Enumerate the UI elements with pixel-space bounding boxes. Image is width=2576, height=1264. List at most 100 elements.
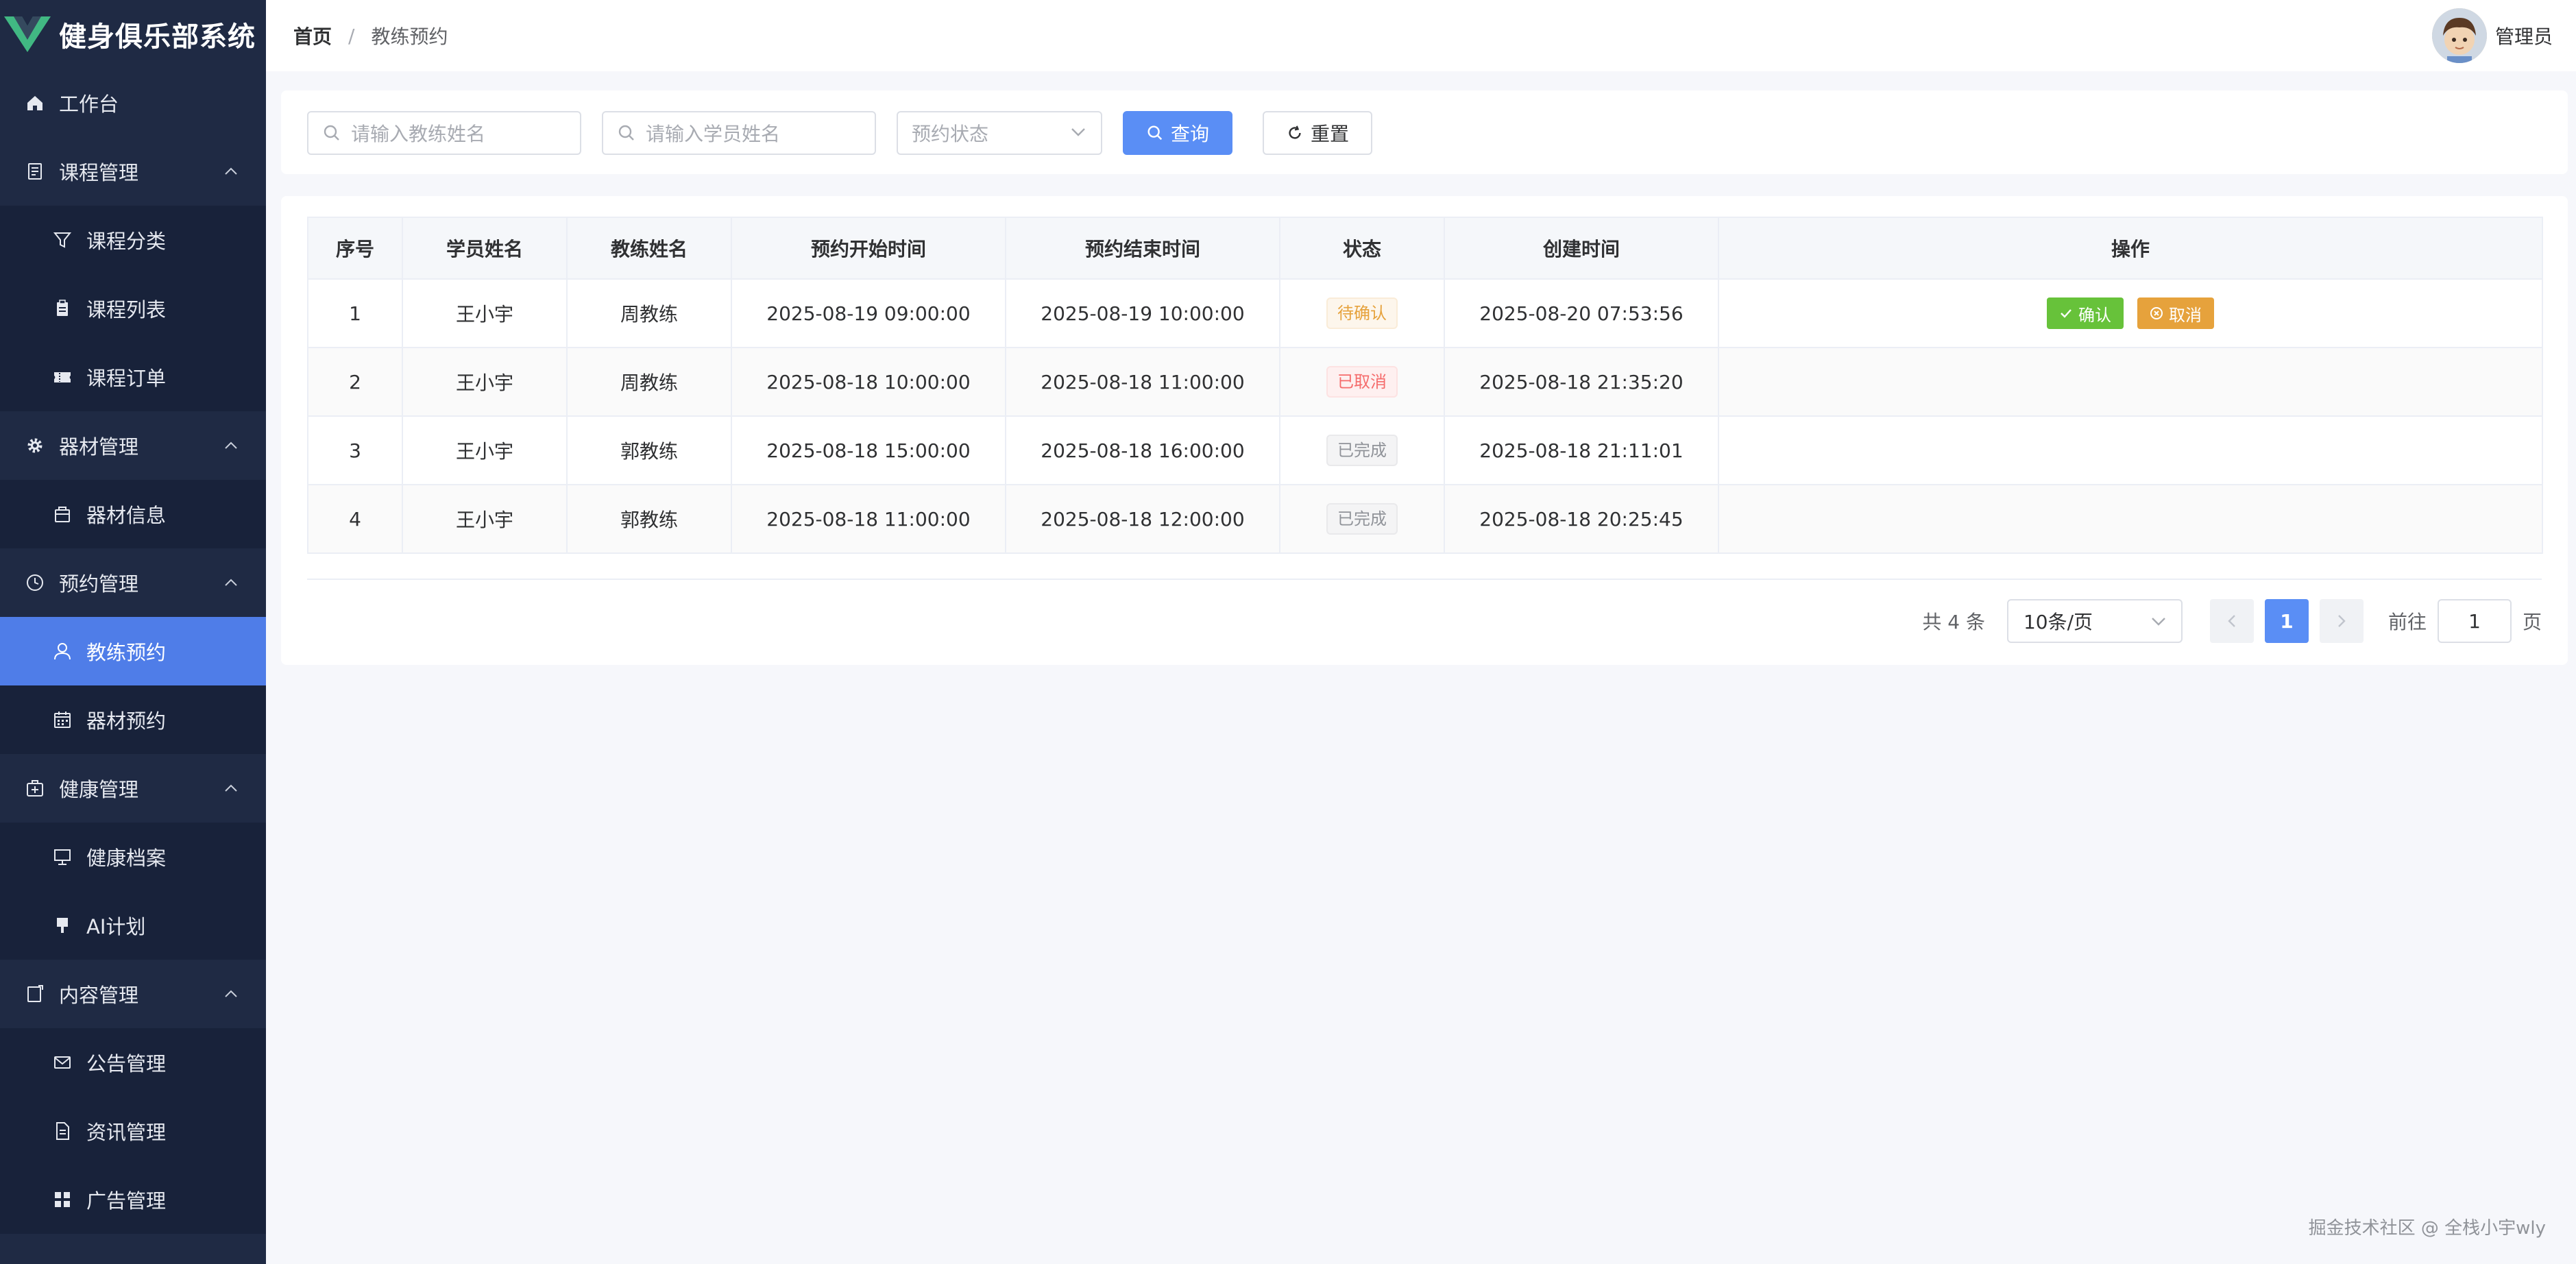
cell-index: 3 [307, 415, 403, 485]
sidebar-item-label: 工作台 [59, 93, 119, 116]
bookings-table: 序号 学员姓名 教练姓名 预约开始时间 预约结束时间 状态 创建时间 操作 1 王小宇 周教练 20… [307, 217, 2543, 554]
page-size-select[interactable]: 10条/页 [2006, 599, 2183, 643]
brush-icon [51, 914, 74, 937]
search-button[interactable]: 查询 [1123, 111, 1232, 155]
cell-status: 已完成 [1279, 415, 1445, 485]
sidebar-item-13[interactable]: 内容管理 [0, 960, 266, 1028]
sidebar-item-5[interactable]: 器材管理 [0, 411, 266, 480]
prev-page-button[interactable] [2209, 599, 2254, 643]
chevron-up-icon [225, 784, 237, 792]
cell-coach: 周教练 [566, 278, 732, 348]
table-row: 1 王小宇 周教练 2025-08-19 09:00:00 2025-08-19 10:… [307, 278, 2543, 348]
vue-logo-icon [4, 16, 51, 52]
sidebar-item-3[interactable]: 课程列表 [0, 274, 266, 343]
search-icon [1147, 125, 1163, 141]
status-select[interactable]: 预约状态 [897, 111, 1102, 155]
sidebar-item-6[interactable]: 器材信息 [0, 480, 266, 548]
sidebar-item-label: 课程订单 [86, 367, 167, 390]
pagination-total: 共 4 条 [1922, 611, 1985, 633]
breadcrumb: 首页 / 教练预约 [266, 22, 448, 49]
cell-coach: 周教练 [566, 347, 732, 417]
page-number-button[interactable]: 1 [2264, 599, 2309, 643]
cancel-button[interactable]: 取消 [2137, 297, 2214, 329]
ticket-icon [51, 365, 74, 389]
sidebar-item-0[interactable]: 工作台 [0, 69, 266, 137]
refresh-icon [1289, 125, 1301, 139]
jumper-input[interactable]: 1 [2437, 599, 2512, 643]
monitor-icon [51, 845, 74, 868]
coach-name-input[interactable]: 请输入教练姓名 [307, 111, 581, 155]
sidebar-item-label: 资讯管理 [86, 1121, 167, 1144]
breadcrumb-current: 教练预约 [371, 25, 448, 48]
cell-status: 待确认 [1279, 278, 1445, 348]
sidebar-item-label: 预约管理 [59, 572, 139, 596]
gear-icon [23, 434, 47, 457]
chevron-right-icon [2338, 615, 2346, 627]
cell-start: 2025-08-18 10:00:00 [731, 347, 1006, 417]
status-badge: 已完成 [1326, 503, 1398, 535]
cell-index: 4 [307, 484, 403, 554]
sidebar-item-15[interactable]: 资讯管理 [0, 1097, 266, 1165]
sidebar-item-label: 课程管理 [59, 161, 139, 184]
student-name-input[interactable]: 请输入学员姓名 [602, 111, 876, 155]
file-icon [51, 1119, 74, 1143]
cell-student: 王小宇 [402, 278, 568, 348]
column-header: 操作 [1718, 217, 2543, 280]
breadcrumb-home[interactable]: 首页 [293, 22, 332, 49]
sidebar-item-7[interactable]: 预约管理 [0, 548, 266, 617]
cell-created: 2025-08-18 21:11:01 [1444, 415, 1719, 485]
cell-created: 2025-08-18 21:35:20 [1444, 347, 1719, 417]
chevron-up-icon [225, 441, 237, 449]
sidebar-item-1[interactable]: 课程管理 [0, 137, 266, 206]
mail-icon [51, 1051, 74, 1074]
sidebar-item-12[interactable]: AI计划 [0, 891, 266, 960]
table-row: 2 王小宇 周教练 2025-08-18 10:00:00 2025-08-18 11:… [307, 347, 2543, 417]
avatar[interactable] [2431, 8, 2487, 63]
cell-actions [1718, 484, 2543, 554]
chevron-down-icon [2152, 618, 2165, 626]
cell-coach: 郭教练 [566, 484, 732, 554]
confirm-button[interactable]: 确认 [2047, 297, 2124, 329]
cell-end: 2025-08-19 10:00:00 [1005, 278, 1280, 348]
sidebar-item-11[interactable]: 健康档案 [0, 823, 266, 891]
coach-name-placeholder: 请输入教练姓名 [351, 123, 486, 145]
status-badge: 待确认 [1326, 297, 1398, 329]
search-button-label: 查询 [1170, 123, 1209, 145]
user-icon [51, 640, 74, 663]
user-menu[interactable]: 管理员 [2431, 8, 2553, 63]
cell-index: 2 [307, 347, 403, 417]
next-page-button[interactable] [2319, 599, 2364, 643]
sidebar-item-4[interactable]: 课程订单 [0, 343, 266, 411]
sidebar-item-2[interactable]: 课程分类 [0, 206, 266, 274]
sidebar-item-9[interactable]: 器材预约 [0, 685, 266, 754]
cell-end: 2025-08-18 11:00:00 [1005, 347, 1280, 417]
sidebar-item-label: 内容管理 [59, 984, 139, 1007]
search-icon [324, 125, 339, 141]
column-header: 预约开始时间 [731, 217, 1006, 280]
column-header: 学员姓名 [402, 217, 568, 280]
table-divider [307, 579, 2542, 580]
sidebar-item-10[interactable]: 健康管理 [0, 754, 266, 823]
sidebar-item-14[interactable]: 公告管理 [0, 1028, 266, 1097]
cell-student: 王小宇 [402, 484, 568, 554]
home-icon [23, 91, 47, 114]
clipboard-icon [51, 297, 74, 320]
sidebar-item-16[interactable]: 广告管理 [0, 1165, 266, 1234]
chevron-up-icon [225, 579, 237, 586]
user-name[interactable]: 管理员 [2495, 22, 2553, 49]
reset-button[interactable]: 重置 [1263, 111, 1372, 155]
chevron-up-icon [225, 167, 237, 175]
first-aid-icon [23, 777, 47, 800]
sidebar-item-8[interactable]: 教练预约 [0, 617, 266, 685]
sidebar-item-label: 课程分类 [86, 230, 167, 253]
sidebar-item-label: AI计划 [86, 915, 146, 938]
page-size-value: 10条/页 [2023, 611, 2093, 633]
cell-start: 2025-08-18 15:00:00 [731, 415, 1006, 485]
table-card: 序号 学员姓名 教练姓名 预约开始时间 预约结束时间 状态 创建时间 操作 1 王小宇 周教练 20… [281, 196, 2568, 665]
sidebar-item-label: 公告管理 [86, 1052, 167, 1075]
avatar-image-icon [2431, 8, 2487, 63]
table-header-row: 序号 学员姓名 教练姓名 预约开始时间 预约结束时间 状态 创建时间 操作 [307, 217, 2543, 280]
pagination: 共 4 条 10条/页 1 前往 1 页 [1922, 598, 2542, 644]
cell-start: 2025-08-18 11:00:00 [731, 484, 1006, 554]
chevron-up-icon [225, 990, 237, 997]
